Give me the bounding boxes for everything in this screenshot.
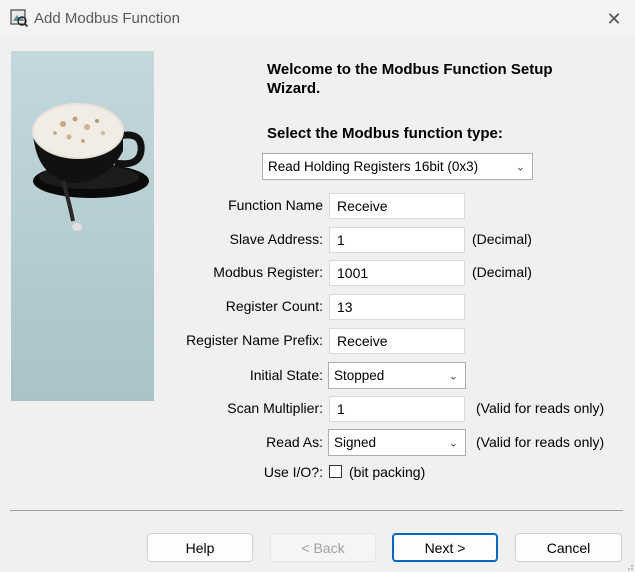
scan-multiplier-note: (Valid for reads only) — [476, 400, 605, 416]
close-button[interactable]: ✕ — [599, 4, 629, 34]
modbus-register-note: (Decimal) — [472, 264, 532, 280]
help-button[interactable]: Help — [147, 533, 253, 562]
read-as-note: (Valid for reads only) — [476, 434, 605, 450]
read-as-select[interactable]: Signed ⌄ — [328, 429, 466, 456]
resize-grip-icon[interactable] — [625, 562, 633, 570]
chevron-down-icon: ⌄ — [448, 437, 458, 449]
modbus-register-label: Modbus Register: — [213, 264, 323, 280]
slave-address-field[interactable]: 1 — [329, 227, 465, 253]
use-io-checkbox[interactable] — [329, 465, 342, 478]
back-button[interactable]: < Back — [270, 533, 376, 562]
close-icon: ✕ — [606, 8, 622, 29]
slave-address-note: (Decimal) — [472, 231, 532, 247]
register-count-label: Register Count: — [225, 298, 323, 314]
wizard-app-icon — [10, 9, 28, 27]
select-function-prompt: Select the Modbus function type: — [267, 125, 503, 142]
scan-multiplier-field[interactable]: 1 — [329, 396, 465, 422]
welcome-heading: Welcome to the Modbus Function Setup Wiz… — [267, 61, 553, 97]
function-type-value: Read Holding Registers 16bit (0x3) — [268, 159, 479, 174]
next-button[interactable]: Next > — [392, 533, 498, 562]
scan-multiplier-label: Scan Multiplier: — [227, 400, 323, 416]
wizard-side-image — [11, 51, 154, 401]
cancel-button[interactable]: Cancel — [515, 533, 622, 562]
coffee-cup-illustration — [32, 103, 149, 231]
read-as-label: Read As: — [266, 434, 323, 450]
initial-state-value: Stopped — [334, 368, 385, 383]
register-name-prefix-label: Register Name Prefix: — [186, 332, 323, 348]
modbus-register-field[interactable]: 1001 — [329, 260, 465, 286]
initial-state-label: Initial State: — [249, 367, 323, 383]
read-as-value: Signed — [334, 435, 377, 450]
chevron-down-icon: ⌄ — [448, 370, 458, 382]
title-bar: Add Modbus Function ✕ — [0, 0, 635, 38]
footer-divider — [10, 510, 623, 511]
register-name-prefix-field[interactable]: Receive — [329, 328, 465, 354]
window-title: Add Modbus Function — [34, 10, 180, 27]
slave-address-label: Slave Address: — [229, 231, 323, 247]
bit-packing-label: (bit packing) — [349, 464, 426, 480]
chevron-down-icon: ⌄ — [515, 161, 525, 173]
function-name-field[interactable]: Receive — [329, 193, 465, 219]
register-count-field[interactable]: 13 — [329, 294, 465, 320]
use-io-label: Use I/O?: — [263, 464, 323, 480]
function-type-select[interactable]: Read Holding Registers 16bit (0x3) ⌄ — [262, 153, 533, 180]
function-name-label: Function Name — [228, 197, 323, 213]
initial-state-select[interactable]: Stopped ⌄ — [328, 362, 466, 389]
